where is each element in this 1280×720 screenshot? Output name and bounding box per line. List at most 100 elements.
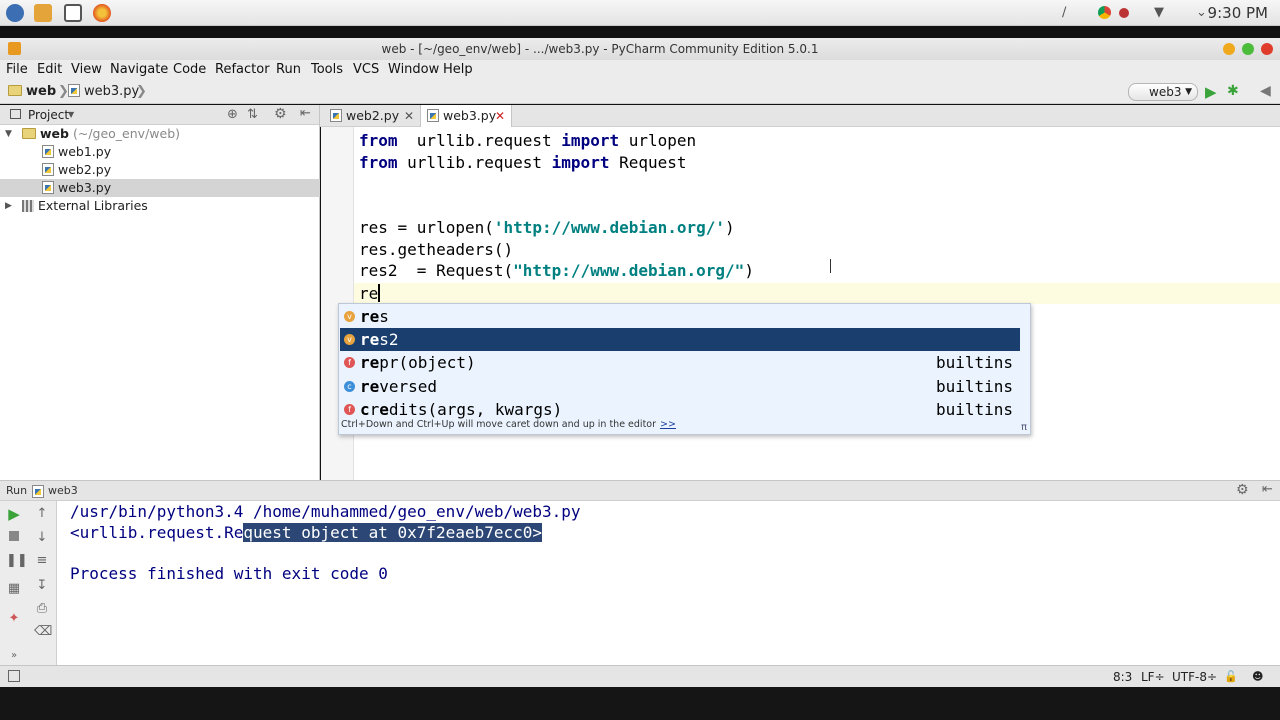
completion-popup[interactable]: v res v res2 f repr(object) builtins c r… [338, 303, 1031, 435]
close-icon[interactable]: ✕ [404, 105, 414, 127]
run-panel-header: Run web3 ⚙ ⇤ [0, 480, 1280, 501]
expand-arrow-icon[interactable]: ▼ [5, 125, 12, 143]
run-icon[interactable]: ▶ [1205, 83, 1217, 101]
code-line-5[interactable]: res = urlopen('http://www.debian.org/') [359, 217, 735, 238]
tree-file-web2[interactable]: web2.py [0, 161, 320, 179]
tree-file-web1[interactable]: web1.py [0, 143, 320, 161]
menu-view[interactable]: View [71, 62, 102, 77]
inspector-icon[interactable]: ☻ [1252, 670, 1263, 683]
more-icon[interactable]: » [6, 648, 22, 664]
lock-icon[interactable]: 🔓 [1224, 670, 1238, 683]
file-encoding[interactable]: UTF-8÷ [1172, 670, 1217, 684]
menu-vcs[interactable]: VCS [353, 62, 379, 77]
expand-arrow-icon[interactable]: ▶ [5, 197, 12, 215]
tree-file-web3[interactable]: web3.py [0, 179, 320, 197]
project-tool-icon [10, 109, 21, 119]
completion-item[interactable]: f credits(args, kwargs) builtins [340, 398, 1020, 421]
completion-item[interactable]: v res [340, 305, 1020, 328]
code-line-8[interactable]: re [359, 283, 381, 304]
sync-icon[interactable]: ⊕ [227, 107, 238, 122]
stop-icon[interactable] [6, 530, 22, 546]
close-icon[interactable]: ✕ [495, 105, 505, 127]
python-file-icon [42, 163, 54, 176]
clock[interactable]: 9:30 PM [1208, 4, 1268, 22]
layout-icon[interactable]: ▦ [6, 581, 22, 597]
firefox-icon[interactable] [93, 4, 111, 22]
gear-icon[interactable]: ⚙ [274, 106, 287, 122]
soft-wrap-icon[interactable]: ≡ [34, 553, 50, 569]
collapse-icon[interactable]: ⇅ [247, 107, 258, 122]
completion-item-selected[interactable]: v res2 [340, 328, 1020, 351]
hide-icon[interactable]: ⇤ [1262, 482, 1273, 497]
project-panel-title[interactable]: Project [28, 108, 69, 122]
gear-icon[interactable]: ⚙ [1236, 482, 1249, 498]
terminal-icon[interactable] [64, 4, 82, 22]
hide-icon[interactable]: ⇤ [300, 106, 311, 121]
attachment-icon[interactable]: ∕ [1062, 5, 1066, 20]
completion-match: e [379, 400, 389, 419]
minimize-button[interactable] [1223, 43, 1235, 55]
tree-external-libraries[interactable]: ▶ External Libraries [0, 197, 320, 215]
code-line-7[interactable]: res2 = Request("http://www.debian.org/") [359, 260, 754, 281]
scroll-down-icon[interactable]: ↓ [34, 530, 50, 546]
completion-hint-link[interactable]: >> [660, 419, 676, 430]
console-output-text: <urllib.request.Re [70, 523, 244, 542]
files-icon[interactable] [34, 4, 52, 22]
run-config-dropdown[interactable]: web3 ▼ [1128, 83, 1198, 101]
menu-file[interactable]: File [6, 62, 28, 77]
breadcrumb-project[interactable]: web [8, 84, 56, 99]
fedora-icon[interactable] [6, 4, 24, 22]
completion-match: re [360, 377, 380, 396]
line-separator[interactable]: LF÷ [1141, 670, 1165, 684]
run-console[interactable]: /usr/bin/python3.4 /home/muhammed/geo_en… [57, 501, 1280, 665]
console-exit-line[interactable]: Process finished with exit code 0 [70, 563, 388, 584]
pin-icon[interactable]: ✦ [6, 611, 22, 627]
tool-window-toggle-icon[interactable] [8, 670, 20, 682]
menu-window[interactable]: Window [388, 62, 439, 77]
wifi-icon[interactable]: ▼ [1154, 5, 1164, 20]
scroll-to-end-icon[interactable]: ↧ [34, 578, 50, 594]
close-button[interactable] [1261, 43, 1273, 55]
completion-item[interactable]: c reversed builtins [340, 375, 1020, 398]
chevron-down-icon[interactable]: ▼ [68, 110, 74, 119]
caret-position[interactable]: 8:3 [1113, 670, 1132, 684]
code-line-2[interactable]: from urllib.request import Request [359, 152, 687, 173]
pause-icon[interactable]: ❚❚ [6, 553, 28, 569]
code-line-6[interactable]: res.getheaders() [359, 239, 513, 260]
menu-run[interactable]: Run [276, 62, 301, 77]
tab-web3[interactable]: web3.py ✕ [420, 105, 512, 127]
chrome-icon[interactable] [1098, 6, 1111, 19]
breadcrumb-file[interactable]: web3.py [68, 84, 139, 99]
pi-icon[interactable]: π [1021, 422, 1027, 433]
console-selected-text: quest object at 0x7f2eaeb7ecc0> [243, 523, 543, 542]
menu-tools[interactable]: Tools [311, 62, 343, 77]
console-command-line[interactable]: /usr/bin/python3.4 /home/muhammed/geo_en… [70, 501, 581, 522]
rerun-icon[interactable]: ▶ [6, 506, 22, 522]
run-toolbar: ▶ ↑ ↓ ❚❚ ≡ ▦ ↧ ⎙ ✦ ⌫ » [0, 501, 57, 665]
tree-file-label: web1.py [58, 144, 112, 159]
chevron-down-icon[interactable]: ⌄ [1196, 5, 1207, 20]
maximize-button[interactable] [1242, 43, 1254, 55]
menu-navigate[interactable]: Navigate [110, 62, 168, 77]
scroll-up-icon[interactable]: ↑ [34, 506, 50, 522]
run-panel-config[interactable]: web3 [48, 484, 78, 497]
tree-root[interactable]: ▼ web (~/geo_env/web) [0, 125, 320, 143]
run-panel-label[interactable]: Run [6, 484, 27, 497]
debug-icon[interactable]: ✱ [1227, 83, 1239, 99]
trash-icon[interactable]: ⌫ [34, 624, 52, 640]
completion-rest: s2 [379, 330, 399, 349]
menu-help[interactable]: Help [443, 62, 473, 77]
code-text: Request [609, 153, 687, 172]
menu-code[interactable]: Code [173, 62, 206, 77]
code-text: res = urlopen( [359, 218, 494, 237]
menu-refactor[interactable]: Refactor [215, 62, 270, 77]
more-icon[interactable]: ◀ [1260, 83, 1271, 99]
console-output-line[interactable]: <urllib.request.Request object at 0x7f2e… [70, 522, 543, 543]
record-icon[interactable] [1119, 8, 1129, 18]
editor-tabs: web2.py ✕ web3.py ✕ [320, 105, 1280, 127]
print-icon[interactable]: ⎙ [34, 601, 50, 617]
completion-item[interactable]: f repr(object) builtins [340, 351, 1020, 374]
code-line-1[interactable]: from urllib.request import urlopen [359, 130, 696, 151]
menu-edit[interactable]: Edit [37, 62, 62, 77]
tab-web2[interactable]: web2.py ✕ [324, 105, 420, 127]
